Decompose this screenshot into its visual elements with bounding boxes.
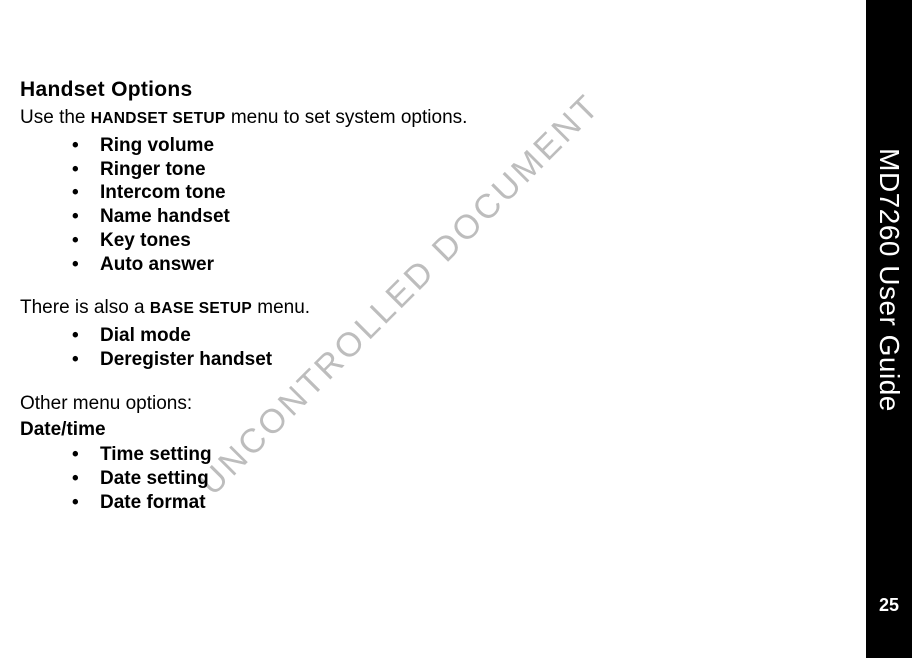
base-setup-list: Dial mode Deregister handset (20, 324, 840, 372)
intro-line: Use the HANDSET SETUP menu to set system… (20, 106, 840, 130)
page-number: 25 (866, 595, 912, 616)
datetime-heading: Date/time (20, 419, 840, 441)
datetime-list: Time setting Date setting Date format (20, 443, 840, 514)
base-prefix: There is also a (20, 297, 150, 318)
sidebar: MD7260 User Guide 25 (866, 0, 912, 658)
page-content: Handset Options Use the HANDSET SETUP me… (20, 78, 840, 515)
list-item: Name handset (72, 205, 840, 229)
section-heading: Handset Options (20, 78, 840, 102)
intro-menu: HANDSET SETUP (91, 110, 226, 127)
list-item: Date setting (72, 467, 840, 491)
intro-prefix: Use the (20, 107, 91, 128)
base-menu: BASE SETUP (150, 300, 252, 317)
base-line: There is also a BASE SETUP menu. (20, 296, 840, 320)
list-item: Key tones (72, 229, 840, 253)
list-item: Deregister handset (72, 348, 840, 372)
other-options-label: Other menu options: (20, 392, 840, 416)
list-item: Auto answer (72, 253, 840, 277)
list-item: Time setting (72, 443, 840, 467)
list-item: Ring volume (72, 134, 840, 158)
base-suffix: menu. (252, 297, 310, 318)
handset-setup-list: Ring volume Ringer tone Intercom tone Na… (20, 134, 840, 277)
list-item: Date format (72, 491, 840, 515)
list-item: Intercom tone (72, 181, 840, 205)
intro-suffix: menu to set system options. (226, 107, 468, 128)
list-item: Dial mode (72, 324, 840, 348)
doc-title: MD7260 User Guide (873, 148, 905, 412)
list-item: Ringer tone (72, 158, 840, 182)
